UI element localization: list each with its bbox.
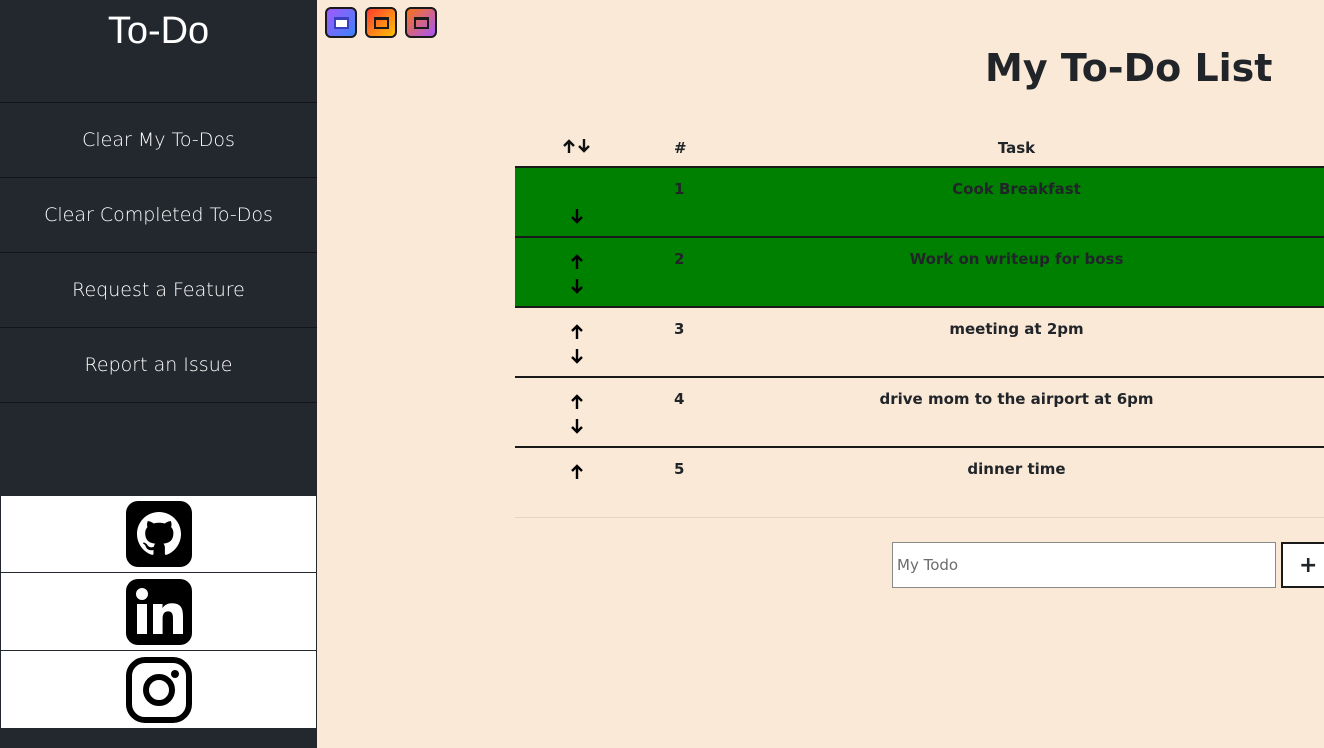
theme-purple-icon [333,16,349,29]
report-issue-link[interactable]: Report an Issue [0,328,317,403]
theme-orange-button[interactable] [365,7,397,38]
row-number: 5 [674,460,685,478]
linkedin-link[interactable] [0,573,317,651]
table-row[interactable]: 1 Cook Breakfast [515,168,1324,238]
reorder-cell [515,378,639,446]
arrow-up-icon[interactable] [570,394,584,410]
reorder-cell [515,308,639,376]
row-task[interactable]: Cook Breakfast [709,168,1324,236]
theme-sunset-button[interactable] [405,7,437,38]
instagram-icon [125,656,192,723]
arrow-up-icon[interactable] [570,324,584,340]
social-links [0,495,317,729]
nav-item-label: Clear Completed To-Dos [44,204,273,226]
linkedin-icon [125,578,192,645]
github-link[interactable] [0,495,317,573]
table-row[interactable]: 2 Work on writeup for boss [515,238,1324,308]
row-number: 4 [674,390,685,408]
clear-my-todos-button[interactable]: Clear My To-Dos [0,103,317,178]
clear-completed-todos-button[interactable]: Clear Completed To-Dos [0,178,317,253]
theme-purple-button[interactable] [325,7,357,38]
table-row[interactable]: 4 drive mom to the airport at 6pm [515,378,1324,448]
row-number: 3 [674,320,685,338]
theme-switcher [325,7,437,38]
arrow-down-icon[interactable] [570,348,584,364]
reorder-cell [515,238,639,306]
nav-item-label: Request a Feature [72,279,245,301]
task-header: Task [997,139,1036,157]
row-task[interactable]: dinner time [709,448,1324,517]
theme-sunset-icon [413,16,429,29]
number-header: # [674,139,687,157]
arrow-down-icon[interactable] [570,418,584,434]
reorder-header [515,138,639,158]
new-todo-input[interactable] [892,542,1276,588]
github-icon [125,501,192,567]
sidebar: To-Do Clear My To-Dos Clear Completed To… [0,0,317,748]
nav-item-label: Report an Issue [84,354,233,376]
arrow-up-icon[interactable] [570,464,584,480]
nav-item-label: Clear My To-Dos [82,129,235,151]
table-header: # Task [515,130,1324,168]
theme-orange-icon [373,16,389,29]
row-task[interactable]: meeting at 2pm [709,308,1324,376]
reorder-cell [515,448,639,517]
row-task[interactable]: Work on writeup for boss [709,238,1324,306]
sort-arrows-icon [563,139,590,153]
arrow-down-icon[interactable] [570,208,584,224]
todo-table: # Task 1 Cook Breakfast 2 Work on writeu… [515,130,1324,518]
table-row[interactable]: 3 meeting at 2pm [515,308,1324,378]
reorder-cell [515,168,639,236]
add-todo-button[interactable]: + [1281,542,1324,588]
row-number: 2 [674,250,685,268]
arrow-up-icon[interactable] [570,254,584,270]
brand-title: To-Do [0,0,317,103]
row-task[interactable]: drive mom to the airport at 6pm [709,378,1324,446]
row-number: 1 [674,180,685,198]
instagram-link[interactable] [0,651,317,729]
page-title: My To-Do List [985,46,1273,90]
arrow-down-icon[interactable] [570,278,584,294]
request-feature-link[interactable]: Request a Feature [0,253,317,328]
table-row[interactable]: 5 dinner time [515,448,1324,518]
